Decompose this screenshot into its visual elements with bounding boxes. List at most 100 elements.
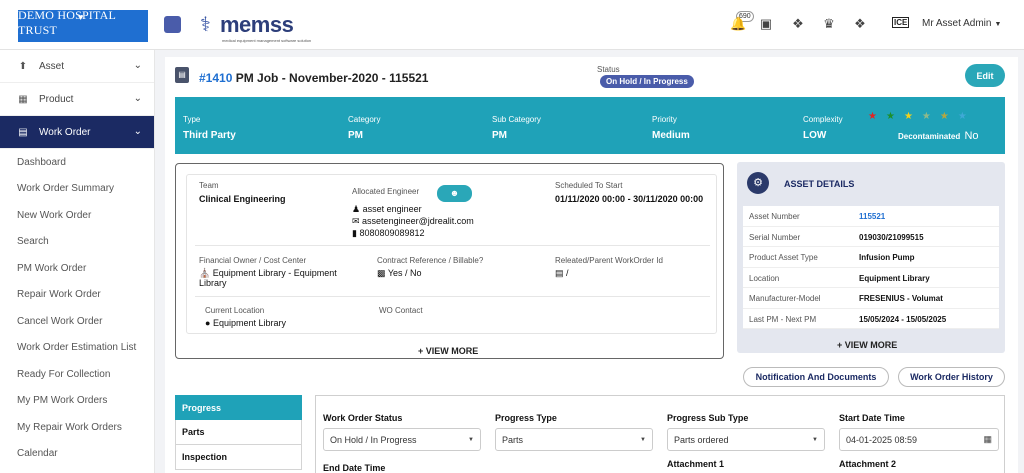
settings-grid-icon[interactable]: ❖: [791, 17, 805, 31]
organisation-logo: ICE: [892, 17, 910, 28]
clipboard-icon: ▤: [18, 126, 28, 138]
sidebar-subitem-search[interactable]: Search: [0, 229, 154, 256]
page-title: #1410 PM Job - November-2020 - 115521: [199, 71, 428, 85]
progress-type-value: Parts: [502, 434, 524, 445]
contract-row: ▩ Yes / No: [377, 268, 422, 279]
subcategory-label: Sub Category: [492, 115, 541, 124]
sidebar-subitem-ready-for-collection[interactable]: Ready For Collection: [0, 361, 154, 388]
sidebar-subitem-calendar[interactable]: Calendar: [0, 441, 154, 468]
note-icon[interactable]: ▣: [759, 17, 773, 31]
asset-detail-row: Asset Number 115521: [743, 206, 999, 227]
sidebar-subitem-work-order-summary[interactable]: Work Order Summary: [0, 176, 154, 203]
sidebar-item-asset[interactable]: ⬆ Asset ⌄: [0, 50, 154, 83]
asset-detail-value: FRESENIUS - Volumat: [859, 294, 943, 303]
priority-label: Priority: [652, 115, 677, 124]
chevron-down-icon: ⌄: [133, 93, 142, 104]
work-order-status-select[interactable]: On Hold / In Progress ▼: [323, 428, 481, 451]
asset-details-title: ASSET DETAILS: [784, 179, 855, 189]
progress-sub-type-label: Progress Sub Type: [667, 413, 749, 423]
user-icon: ♟: [352, 204, 363, 214]
menu-toggle-button[interactable]: [164, 16, 181, 33]
start-date-label: Start Date Time: [839, 413, 905, 423]
sidebar-subitem-new-work-order[interactable]: New Work Order: [0, 202, 154, 229]
tab-progress[interactable]: Progress: [175, 395, 302, 420]
star-icon: ★: [868, 111, 886, 122]
related-wo-value: /: [566, 268, 569, 278]
asset-detail-value: 019030/21099515: [859, 232, 924, 242]
team-value: Clinical Engineering: [199, 194, 286, 204]
upload-icon: ⬆: [18, 60, 28, 72]
add-user-icon: ☻: [449, 188, 460, 198]
top-bar: ♥ DEMO HOSPITAL TRUST ⚕ memss medical eq…: [0, 0, 1024, 50]
tab-parts[interactable]: Parts: [175, 420, 302, 445]
category-label: Category: [348, 115, 381, 124]
asset-detail-key: Last PM - Next PM: [749, 314, 817, 324]
asset-detail-key: Location: [749, 273, 780, 283]
sidebar-item-product[interactable]: ▦ Product ⌄: [0, 83, 154, 116]
logo-text: memss: [220, 12, 294, 37]
asset-detail-row: Manufacturer-Model FRESENIUS - Volumat: [743, 288, 999, 309]
engineer-email: assetengineer@jdrealit.com: [362, 216, 474, 226]
asset-detail-row: Product Asset Type Infusion Pump: [743, 247, 999, 268]
wo-contact-label: WO Contact: [379, 306, 423, 315]
map-pin-icon: ●: [205, 318, 213, 328]
bank-icon: ⛪: [199, 268, 213, 278]
notification-documents-button[interactable]: Notification And Documents: [743, 367, 889, 387]
job-name: PM Job - November-2020 - 115521: [235, 71, 429, 85]
work-order-status-label: Work Order Status: [323, 413, 403, 423]
dropdown-arrow-icon: ▼: [640, 437, 646, 443]
sidebar-item-work-order[interactable]: ▤ Work Order ⌄: [0, 116, 154, 149]
job-icon: ▤: [175, 67, 189, 83]
hospital-logo[interactable]: ♥ DEMO HOSPITAL TRUST: [18, 8, 148, 42]
star-icon: ★: [921, 111, 940, 122]
sidebar-subitem-my-repair-work-orders[interactable]: My Repair Work Orders: [0, 414, 154, 441]
edit-button[interactable]: Edit: [965, 64, 1005, 87]
asset-view-more-link[interactable]: + VIEW MORE: [837, 340, 897, 350]
award-icon[interactable]: ♛: [822, 17, 836, 31]
sidebar-subitem-repair-work-order[interactable]: Repair Work Order: [0, 282, 154, 309]
asset-number-link[interactable]: 115521: [859, 212, 885, 221]
logo-subtitle: medical equipment management software so…: [222, 38, 312, 43]
caret-down-icon: ▼: [994, 21, 1002, 28]
engineer-name: asset engineer: [362, 204, 422, 214]
progress-type-select[interactable]: Parts ▼: [495, 428, 653, 451]
assign-engineer-button[interactable]: ☻: [437, 185, 472, 202]
complexity-field: Complexity LOW: [803, 115, 843, 141]
related-wo-row: ▤ /: [555, 268, 569, 279]
sidebar-item-label: Work Order: [39, 126, 91, 138]
progress-type-label: Progress Type: [495, 413, 557, 423]
sidebar-subitem-estimation-list[interactable]: Work Order Estimation List: [0, 335, 154, 362]
sidebar-subitem-pm-work-order[interactable]: PM Work Order: [0, 255, 154, 282]
progress-sub-type-value: Parts ordered: [674, 434, 729, 445]
sidebar-subitem-my-pm-work-orders[interactable]: My PM Work Orders: [0, 388, 154, 415]
priority-field: Priority Medium: [652, 115, 690, 141]
money-icon: ▩: [377, 268, 388, 278]
sidebar-subitem-cancel-work-order[interactable]: Cancel Work Order: [0, 308, 154, 335]
complexity-value: LOW: [803, 130, 827, 141]
asset-detail-key: Asset Number: [749, 212, 800, 221]
divider: [195, 296, 710, 297]
tab-inspection[interactable]: Inspection: [175, 445, 302, 470]
star-icon: ★: [885, 111, 904, 122]
start-date-input[interactable]: 04-01-2025 08:59 ▦: [839, 428, 999, 451]
category-value: PM: [348, 130, 363, 141]
progress-form: Work Order Status On Hold / In Progress …: [315, 395, 1005, 473]
user-menu[interactable]: Mr Asset Admin ▼: [922, 18, 1001, 29]
asset-detail-key: Product Asset Type: [749, 253, 818, 262]
bell-icon[interactable]: 🔔: [730, 17, 746, 31]
type-field: Type Third Party: [183, 115, 236, 141]
heart-icon: ♥: [78, 12, 84, 22]
type-label: Type: [183, 115, 201, 124]
asset-detail-row: Last PM - Next PM 15/05/2024 - 15/05/2025: [743, 309, 999, 329]
sidebar-subitem-dashboard[interactable]: Dashboard: [0, 149, 154, 176]
details-view-more-link[interactable]: + VIEW MORE: [418, 346, 478, 356]
location-row: ● Equipment Library: [205, 318, 286, 328]
tools-icon[interactable]: ❖: [853, 17, 867, 31]
decontaminated-field: Decontaminated No: [898, 130, 979, 142]
asset-detail-key: Manufacturer-Model: [749, 294, 821, 303]
work-order-history-button[interactable]: Work Order History: [898, 367, 1005, 387]
job-id: #1410: [199, 71, 233, 85]
contract-value: Yes / No: [387, 268, 422, 278]
progress-sub-type-select[interactable]: Parts ordered ▼: [667, 428, 825, 451]
sidebar-item-label: Asset: [39, 60, 65, 72]
